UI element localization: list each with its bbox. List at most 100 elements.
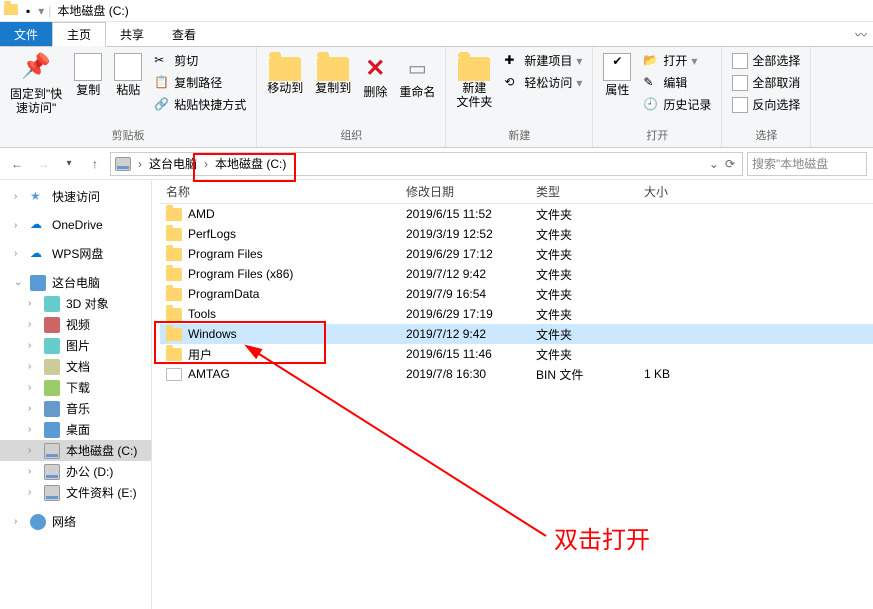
pin-button[interactable]: 📌 固定到"快 速访问" [4, 49, 68, 120]
edit-button[interactable]: ✎编辑 [641, 73, 713, 92]
navbar: ← → ▾ ↑ › 这台电脑 › 本地磁盘 (C:) ⌄ ⟳ 搜索"本地磁盘 [0, 148, 873, 180]
tree-pc-child[interactable]: ›下载 [0, 377, 151, 398]
tree-pc-child[interactable]: ›3D 对象 [0, 293, 151, 314]
address-dropdown-icon[interactable]: ⌄ [706, 157, 722, 171]
file-row[interactable]: AMD2019/6/15 11:52文件夹 [160, 204, 873, 224]
tab-share[interactable]: 共享 [106, 22, 158, 46]
tree-pc-child[interactable]: ›音乐 [0, 398, 151, 419]
col-type[interactable]: 类型 [536, 183, 644, 200]
folder-icon [166, 288, 182, 301]
up-button[interactable]: ↑ [84, 153, 106, 175]
file-type: 文件夹 [536, 326, 644, 343]
new-item-button[interactable]: ✚新建项目 ▾ [502, 51, 584, 70]
properties-label: 属性 [605, 83, 629, 97]
qat-toggle-icon[interactable]: ▪ [22, 4, 34, 18]
file-row[interactable]: 用户2019/6/15 11:46文件夹 [160, 344, 873, 364]
col-size[interactable]: 大小 [644, 183, 744, 200]
copy-button[interactable]: 复制 [68, 49, 108, 101]
file-name: 用户 [188, 346, 212, 363]
address-bar[interactable]: › 这台电脑 › 本地磁盘 (C:) ⌄ ⟳ [110, 152, 743, 176]
tree-disk-c[interactable]: ›本地磁盘 (C:) [0, 440, 151, 461]
col-date[interactable]: 修改日期 [406, 183, 536, 200]
titlebar: ▪ ▾ | 本地磁盘 (C:) [0, 0, 873, 22]
select-none-button[interactable]: 全部取消 [730, 73, 802, 92]
tree-onedrive[interactable]: ›☁OneDrive [0, 215, 151, 235]
file-row[interactable]: AMTAG2019/7/8 16:30BIN 文件1 KB [160, 364, 873, 384]
disk-icon [44, 443, 60, 459]
tree-this-pc[interactable]: ⌄这台电脑 [0, 272, 151, 293]
file-date: 2019/6/29 17:19 [406, 307, 536, 321]
easy-access-button[interactable]: ⟲轻松访问 ▾ [502, 73, 584, 92]
folder-icon [166, 308, 182, 321]
tree-disk-e[interactable]: ›文件资料 (E:) [0, 482, 151, 503]
open-button[interactable]: 📂打开 ▾ [641, 51, 713, 70]
file-type: 文件夹 [536, 266, 644, 283]
rename-icon: ▭ [408, 53, 427, 85]
rename-button[interactable]: ▭ 重命名 [393, 49, 441, 103]
move-to-button[interactable]: 移动到 [261, 49, 309, 99]
forward-button[interactable]: → [32, 153, 54, 175]
ribbon-collapse-icon[interactable]: 〰 [855, 26, 867, 43]
tree-quick-access[interactable]: ›★快速访问 [0, 186, 151, 207]
chevron-icon[interactable]: › [201, 157, 211, 171]
file-row[interactable]: ProgramData2019/7/9 16:54文件夹 [160, 284, 873, 304]
breadcrumb-this-pc[interactable]: 这台电脑 [145, 153, 201, 175]
tree-pc-child[interactable]: ›桌面 [0, 419, 151, 440]
pin-label: 固定到"快 速访问" [10, 87, 62, 116]
disk-icon [44, 485, 60, 501]
tree-pc-child[interactable]: ›文档 [0, 356, 151, 377]
refresh-icon[interactable]: ⟳ [722, 157, 738, 171]
rename-label: 重命名 [399, 85, 435, 99]
recent-dropdown[interactable]: ▾ [58, 153, 80, 175]
copy-path-button[interactable]: 📋复制路径 [152, 73, 248, 92]
tree-wps[interactable]: ›☁WPS网盘 [0, 243, 151, 264]
tab-home[interactable]: 主页 [52, 22, 106, 47]
history-button[interactable]: 🕘历史记录 [641, 95, 713, 114]
folder-icon [166, 248, 182, 261]
file-name: ProgramData [188, 287, 259, 301]
qat-dropdown-icon[interactable]: ▾ [34, 4, 48, 18]
qat-folder-icon[interactable] [0, 4, 22, 18]
breadcrumb-local-disk[interactable]: 本地磁盘 (C:) [211, 153, 290, 175]
cut-icon: ✂ [154, 53, 170, 69]
star-icon: ★ [30, 189, 46, 205]
file-type: BIN 文件 [536, 366, 644, 383]
tree-disk-d[interactable]: ›办公 (D:) [0, 461, 151, 482]
file-name: AMD [188, 207, 215, 221]
back-button[interactable]: ← [6, 153, 28, 175]
folder-icon [166, 268, 182, 281]
tree-network[interactable]: ›网络 [0, 511, 151, 532]
onedrive-icon: ☁ [30, 217, 46, 233]
new-folder-icon [458, 57, 490, 81]
tree-pc-child[interactable]: ›视频 [0, 314, 151, 335]
pin-icon: 📌 [20, 53, 52, 85]
new-folder-button[interactable]: 新建 文件夹 [450, 49, 498, 114]
paste-shortcut-button[interactable]: 🔗粘贴快捷方式 [152, 95, 248, 114]
tab-view[interactable]: 查看 [158, 22, 210, 46]
new-folder-label: 新建 文件夹 [456, 81, 492, 110]
wps-icon: ☁ [30, 246, 46, 262]
file-icon [166, 368, 182, 381]
select-all-button[interactable]: 全部选择 [730, 51, 802, 70]
cut-button[interactable]: ✂剪切 [152, 51, 248, 70]
column-headers: 名称 修改日期 类型 大小 [160, 180, 873, 204]
delete-button[interactable]: ✕ 删除 [357, 49, 393, 103]
file-row[interactable]: Program Files2019/6/29 17:12文件夹 [160, 244, 873, 264]
file-row[interactable]: Program Files (x86)2019/7/12 9:42文件夹 [160, 264, 873, 284]
invert-selection-button[interactable]: 反向选择 [730, 95, 802, 114]
tab-file[interactable]: 文件 [0, 22, 52, 46]
ribbon: 📌 固定到"快 速访问" 复制 粘贴 ✂剪切 📋复制路径 🔗粘贴快捷方式 剪贴板 [0, 46, 873, 148]
paste-button[interactable]: 粘贴 [108, 49, 148, 101]
properties-button[interactable]: ✔ 属性 [597, 49, 637, 101]
chevron-icon[interactable]: › [135, 157, 145, 171]
copy-to-button[interactable]: 复制到 [309, 49, 357, 99]
search-input[interactable]: 搜索"本地磁盘 [747, 152, 867, 176]
file-row[interactable]: PerfLogs2019/3/19 12:52文件夹 [160, 224, 873, 244]
new-item-icon: ✚ [504, 53, 520, 69]
col-name[interactable]: 名称 [160, 183, 406, 200]
file-row[interactable]: Tools2019/6/29 17:19文件夹 [160, 304, 873, 324]
file-row[interactable]: Windows2019/7/12 9:42文件夹 [160, 324, 873, 344]
file-size: 1 KB [644, 367, 744, 381]
tree-pc-child[interactable]: ›图片 [0, 335, 151, 356]
file-date: 2019/7/12 9:42 [406, 327, 536, 341]
